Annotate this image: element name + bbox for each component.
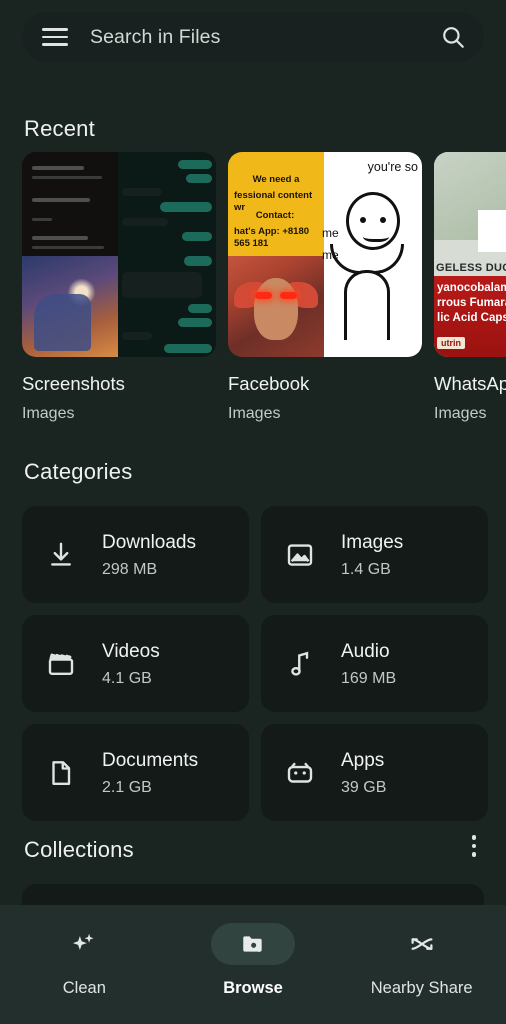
category-name: Videos [102, 640, 160, 662]
recent-thumbnail-facebook[interactable]: We need a fessional content wr Contact: … [228, 152, 422, 357]
categories-section-title: Categories [24, 459, 133, 484]
medicine-text-1: yanocobalamin, [437, 282, 506, 294]
recent-item-type: Images [22, 405, 75, 422]
category-size: 39 GB [341, 778, 387, 796]
category-card-documents[interactable]: Documents 2.1 GB [22, 724, 249, 821]
document-page-icon [46, 758, 76, 788]
thumbnail-art-settings [22, 152, 118, 357]
medicine-text-3: lic Acid Capsules [437, 312, 506, 324]
category-name: Images [341, 531, 404, 553]
categories-grid: Downloads 298 MB Images 1.4 GB Videos 4.… [22, 506, 506, 821]
category-size: 169 MB [341, 669, 397, 687]
medicine-badge: utrin [437, 337, 465, 349]
thumbnail-art-meme: you're so me me [322, 152, 422, 357]
category-card-apps[interactable]: Apps 39 GB [261, 724, 488, 821]
search-bar[interactable]: Search in Files [22, 12, 484, 62]
medicine-brand-label: GELESS DUO [436, 262, 506, 274]
category-card-downloads[interactable]: Downloads 298 MB [22, 506, 249, 603]
recent-item-name: Facebook [228, 373, 310, 394]
nav-item-clean[interactable]: Clean [0, 923, 169, 998]
thumbnail-art-medicine: GELESS DUO yanocobalamin, rrous Fumarate… [434, 152, 506, 357]
recent-thumbnail-screenshots[interactable] [22, 152, 216, 357]
category-name: Documents [102, 749, 199, 771]
ad-line-4: hat's App: +8180 565 181 [234, 226, 310, 249]
category-card-videos[interactable]: Videos 4.1 GB [22, 615, 249, 712]
category-card-audio[interactable]: Audio 169 MB [261, 615, 488, 712]
music-note-icon [285, 649, 315, 679]
nav-item-nearby-share[interactable]: Nearby Share [337, 923, 506, 998]
recent-thumbnail-whatsapp[interactable]: GELESS DUO yanocobalamin, rrous Fumarate… [434, 152, 506, 357]
meme-caption: you're so [367, 160, 418, 174]
hamburger-menu-icon[interactable] [42, 28, 68, 46]
android-robot-icon [285, 758, 315, 788]
recent-item-type: Images [228, 405, 281, 422]
recent-section-title: Recent [24, 116, 95, 141]
recent-item-facebook[interactable]: We need a fessional content wr Contact: … [228, 152, 422, 423]
meme-label-1: me [322, 226, 339, 240]
sparkles-icon [42, 923, 126, 965]
category-size: 2.1 GB [102, 778, 152, 796]
category-name: Audio [341, 640, 390, 662]
category-size: 298 MB [102, 560, 158, 578]
thumbnail-art-ad: We need a fessional content wr Contact: … [228, 152, 324, 256]
thumbnail-art-portrait [228, 256, 324, 357]
more-vertical-icon[interactable] [460, 832, 488, 860]
category-name: Downloads [102, 531, 196, 553]
download-icon [46, 540, 76, 570]
category-size: 4.1 GB [102, 669, 152, 687]
nearby-share-icon [380, 923, 464, 965]
recent-item-name: Screenshots [22, 373, 125, 394]
category-name: Apps [341, 749, 385, 771]
image-icon [285, 540, 315, 570]
video-clapperboard-icon [46, 649, 76, 679]
collections-section-title: Collections [24, 837, 134, 862]
medicine-text-2: rrous Fumarate an [437, 297, 506, 309]
recent-list: Screenshots Images We need a fessional c… [22, 152, 506, 423]
ad-line-1: We need a [252, 174, 300, 185]
thumbnail-art-chat [118, 152, 216, 357]
category-card-images[interactable]: Images 1.4 GB [261, 506, 488, 603]
category-size: 1.4 GB [341, 560, 391, 578]
bottom-navigation-bar: Clean Browse Nearby Share [0, 905, 506, 1024]
search-icon[interactable] [440, 24, 466, 50]
recent-item-whatsapp[interactable]: GELESS DUO yanocobalamin, rrous Fumarate… [434, 152, 506, 423]
ad-line-3: Contact: [255, 210, 295, 221]
recent-item-screenshots[interactable]: Screenshots Images [22, 152, 216, 423]
recent-item-name: WhatsApp [434, 373, 506, 394]
nav-item-browse[interactable]: Browse [169, 923, 338, 998]
nav-label: Clean [62, 979, 106, 997]
search-input[interactable]: Search in Files [90, 26, 440, 49]
recent-item-type: Images [434, 405, 487, 422]
nav-label: Nearby Share [370, 979, 473, 997]
nav-label: Browse [223, 979, 283, 997]
folder-search-icon[interactable] [211, 923, 295, 965]
